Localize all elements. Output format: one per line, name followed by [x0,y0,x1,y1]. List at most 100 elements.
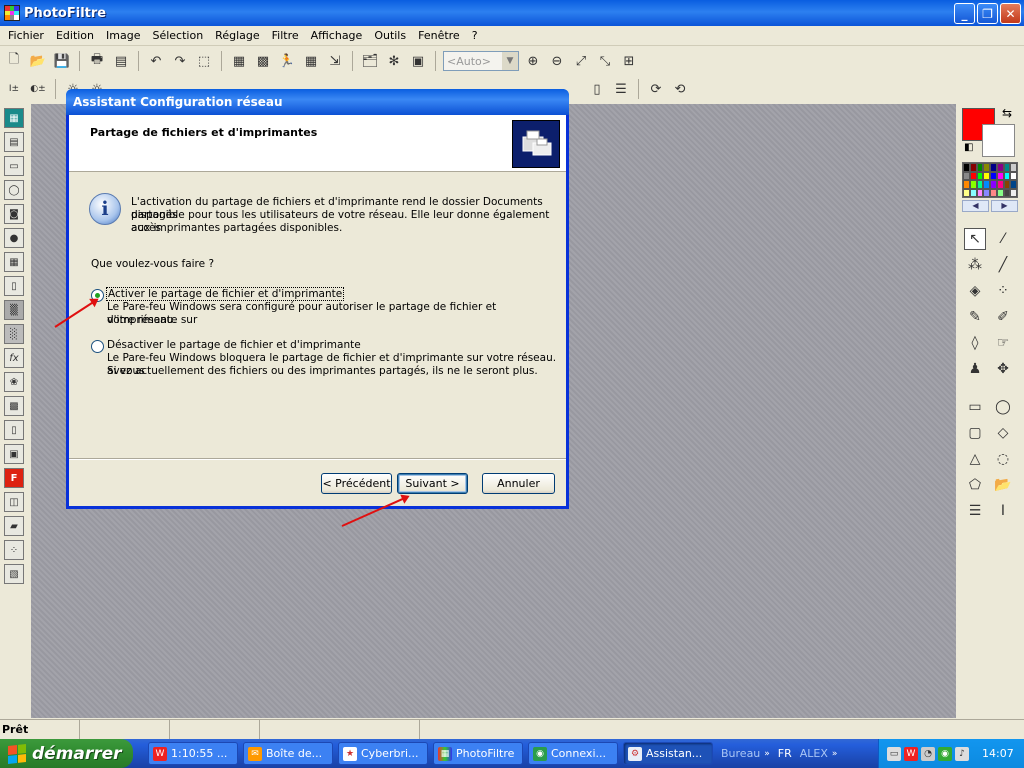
menu-image[interactable]: Image [100,29,146,42]
menu-outils[interactable]: Outils [368,29,412,42]
transform-icon[interactable]: ⟳ [646,79,666,99]
brush-plus-tool-icon[interactable]: ✐ [992,306,1014,328]
gradient-icon[interactable]: ░ [4,324,24,344]
tray-volume-icon[interactable]: ♪ [955,746,969,761]
chevron-right-icon[interactable]: » [832,749,838,759]
bureau-toolbar[interactable]: Bureau [721,747,760,760]
transform2-icon[interactable]: ⟲ [670,79,690,99]
palette-swatch[interactable] [969,171,977,180]
menu-selection[interactable]: Sélection [146,29,209,42]
print-icon[interactable]: 🖶 [87,51,107,71]
fullscreen-icon[interactable]: ⊞ [619,51,639,71]
layer2-icon[interactable]: ▦ [301,51,321,71]
open-folder-icon[interactable]: 📂 [28,51,48,71]
menu-filtre[interactable]: Filtre [266,29,305,42]
menu-fichier[interactable]: Fichier [2,29,50,42]
disable-sharing-label[interactable]: Désactiver le partage de fichier et d'im… [107,339,361,352]
palette-swatch[interactable] [996,171,1004,180]
palette-swatch[interactable] [963,163,970,172]
palette-swatch[interactable] [983,171,990,180]
background-color[interactable] [982,124,1015,157]
save-2000-icon[interactable]: ▣ [4,444,24,464]
tray-hardware-icon[interactable]: ◔ [921,746,935,761]
triangle-tool-icon[interactable]: △ [964,448,986,470]
function-icon[interactable]: fx [4,348,24,368]
zoom-in-icon[interactable]: ⊕ [523,51,543,71]
menu-edition[interactable]: Edition [50,29,100,42]
color-palette[interactable] [962,162,1018,198]
run-icon[interactable]: 🏃 [277,51,297,71]
palette-swatch[interactable] [996,188,1004,197]
magic-wand-tool-icon[interactable]: ⁂ [964,254,986,276]
filtre-logo-icon[interactable]: F [4,468,24,488]
tray-monitor-icon[interactable]: ▭ [887,746,901,761]
strip-icon[interactable]: ☰ [611,79,631,99]
spray-tool-icon[interactable]: ⁘ [992,280,1014,302]
tray-network-icon[interactable]: ◉ [938,746,952,761]
palette-swatch[interactable] [976,171,984,180]
palette-swatch[interactable] [963,171,970,180]
palette-swatch[interactable] [1003,188,1011,197]
move-tool-icon[interactable]: ✥ [992,358,1014,380]
redo-icon[interactable]: ↷ [170,51,190,71]
palette-swatch[interactable] [990,163,997,172]
new-file-icon[interactable]: 🗋 [4,51,24,71]
palette-swatch[interactable] [963,188,970,197]
polygon-tool-icon[interactable]: ⬠ [964,474,986,496]
line-tool-icon[interactable]: ╱ [992,254,1014,276]
enable-sharing-label[interactable]: Activer le partage de fichier et d'impri… [106,287,345,301]
palette-swatch[interactable] [983,180,990,189]
grid-icon[interactable]: ▩ [4,396,24,416]
back-button[interactable]: < Précédent [321,473,392,494]
palette-swatch[interactable] [976,180,984,189]
zoom-select[interactable]: <Auto> ▼ [443,51,519,71]
explorer-icon[interactable]: 🗂 [360,51,380,71]
reset-colors-icon[interactable]: ◧ [964,142,973,153]
palette-swatch[interactable] [1010,163,1017,172]
palette-swatch[interactable] [983,188,990,197]
auto-level-icon[interactable]: I± [4,79,24,99]
pattern-icon[interactable]: ❀ [4,372,24,392]
ellipse-tool-icon[interactable]: ◯ [992,396,1014,418]
sphere-icon[interactable]: ● [4,228,24,248]
texture-icon[interactable]: ▒ [4,300,24,320]
palette-swatch[interactable] [1003,163,1011,172]
palette-swatch[interactable] [990,188,997,197]
smudge-tool-icon[interactable]: ☞ [992,332,1014,354]
palette-swatch[interactable] [976,188,984,197]
drop-tool-icon[interactable]: ◊ [964,332,986,354]
lasso-tool-icon[interactable]: ◌ [992,448,1014,470]
camera-icon[interactable]: ◙ [4,204,24,224]
cancel-button[interactable]: Annuler [482,473,555,494]
auto-contrast-icon[interactable]: ◐± [28,79,48,99]
circle-icon[interactable]: ◯ [4,180,24,200]
user-toolbar[interactable]: ALEX [800,747,828,760]
palette-swatch[interactable] [969,180,977,189]
open-selection-icon[interactable]: 📂 [992,474,1014,496]
menu-reglage[interactable]: Réglage [209,29,265,42]
palette-swatch[interactable] [996,163,1004,172]
rectangle-tool-icon[interactable]: ▭ [964,396,986,418]
save-icon[interactable]: 💾 [52,51,72,71]
task-assistant[interactable]: ⚙ Assistan... [623,742,713,765]
palette-swatch[interactable] [1010,180,1017,189]
frame-icon[interactable]: ◫ [4,492,24,512]
page-icon[interactable]: ▯ [4,276,24,296]
fill-tool-icon[interactable]: ◈ [964,280,986,302]
book-icon[interactable]: ▯ [4,420,24,440]
close-button[interactable]: ✕ [1000,3,1021,24]
brush-tool-icon[interactable]: ✎ [964,306,986,328]
pointer-tool-icon[interactable]: ↖ [964,228,986,250]
palette-swatch[interactable] [1010,188,1017,197]
folder-2000-icon[interactable]: ▰ [4,516,24,536]
stamp-tool-icon[interactable]: ♟ [964,358,986,380]
grid-icon[interactable]: ▩ [253,51,273,71]
layers-icon[interactable]: ▤ [4,132,24,152]
palette-next-icon[interactable]: ▶ [991,200,1018,212]
book-icon[interactable]: ▯ [587,79,607,99]
plugin-icon[interactable]: ✻ [384,51,404,71]
task-mail[interactable]: ✉ Boîte de... [243,742,333,765]
menu-fenetre[interactable]: Fenêtre [412,29,466,42]
start-button[interactable]: démarrer [0,739,133,768]
tray-w-icon[interactable]: W [904,746,918,761]
